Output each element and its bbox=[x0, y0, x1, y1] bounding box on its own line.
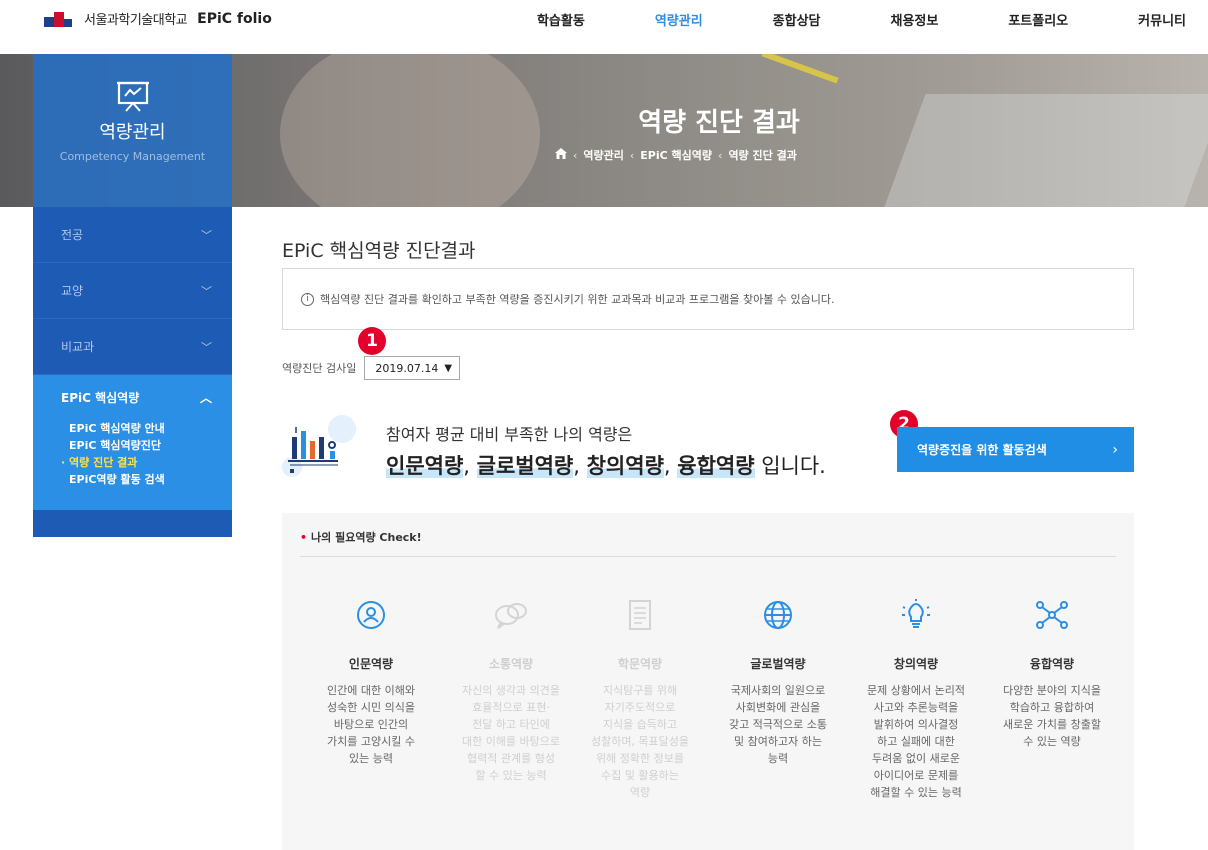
sidebar-subitem-result[interactable]: · 역량 진단 결과 bbox=[33, 454, 232, 471]
sidebar-title: 역량관리 bbox=[99, 122, 166, 143]
competency-desc: 자신의 생각과 의견을 효율적으로 표현· 전달 하고 타인에 대한 이해를 바… bbox=[461, 684, 561, 782]
sidebar-subitem-guide[interactable]: EPiC 핵심역량 안내 bbox=[33, 420, 232, 437]
competency-desc: 국제사회의 일원으로 사회변화에 관심을 갖고 적극적으로 소통 및 참여하고자… bbox=[728, 684, 828, 765]
person-icon bbox=[308, 595, 434, 635]
sidebar-subtitle: Competency Management bbox=[59, 150, 206, 163]
competency-academic: 학문역량 지식탐구를 위해 자기주도적으로 지식을 습득하고 성찰하며, 목표달… bbox=[577, 595, 703, 801]
nav-jobs[interactable]: 채용정보 bbox=[891, 10, 939, 29]
competency-check-panel: • 나의 필요역량 Check! 인문역량 인간에 대한 이해와 성숙한 시민 의… bbox=[282, 513, 1134, 850]
competency-creativity: 창의역량 문제 상황에서 논리적 사고와 추론능력을 발휘하여 의사결정 하고 … bbox=[853, 595, 979, 801]
weak-competency: 인문역량 bbox=[386, 454, 464, 478]
sidebar-item-liberal-arts[interactable]: 교양 ﹀ bbox=[33, 263, 232, 319]
sidebar-subitem-activity-search[interactable]: EPiC역량 활동 검색 bbox=[33, 471, 232, 488]
chevron-down-icon: ﹀ bbox=[201, 340, 212, 354]
sidebar-item-label: EPiC 핵심역량 bbox=[61, 391, 140, 405]
panel-title: • 나의 필요역량 Check! bbox=[300, 531, 422, 544]
weak-competency: 글로벌역량 bbox=[476, 454, 574, 478]
callout-marker-1: 1 bbox=[358, 327, 386, 355]
competency-name: 학문역량 bbox=[617, 657, 663, 671]
competency-desc: 인간에 대한 이해와 성숙한 시민 의식을 바탕으로 인간의 가치를 고양시킬 … bbox=[327, 684, 415, 765]
sidebar-header: 역량관리 Competency Management bbox=[33, 54, 232, 207]
weak-competency: 창의역량 bbox=[586, 454, 664, 478]
breadcrumb-item[interactable]: EPiC 핵심역량 bbox=[640, 147, 712, 163]
sidebar-item-extracurricular[interactable]: 비교과 ﹀ bbox=[33, 319, 232, 375]
breadcrumb-item[interactable]: 역량 진단 결과 bbox=[728, 147, 796, 163]
competency-name: 글로벌역량 bbox=[750, 657, 806, 671]
logo[interactable]: 서울과학기술대학교 EPiC folio bbox=[44, 9, 272, 28]
competency-name: 소통역량 bbox=[488, 657, 534, 671]
chevron-down-icon: ▼ bbox=[444, 362, 453, 374]
university-name: 서울과학기술대학교 bbox=[84, 13, 188, 28]
sidebar-item-epic-core: EPiC 핵심역량 ︿ EPiC 핵심역량 안내 EPiC 핵심역량진단 · 역… bbox=[33, 375, 232, 510]
chevron-up-icon: ︿ bbox=[199, 391, 212, 405]
date-label: 역량진단 검사일 bbox=[282, 362, 357, 375]
breadcrumb: ‹ 역량관리 ‹ EPiC 핵심역량 ‹ 역량 진단 결과 bbox=[555, 147, 803, 163]
breadcrumb-separator-icon: ‹ bbox=[573, 148, 578, 162]
home-icon[interactable] bbox=[555, 148, 567, 162]
competency-name: 융합역량 bbox=[1029, 657, 1075, 671]
result-suffix: 입니다. bbox=[761, 454, 826, 478]
lightbulb-icon bbox=[853, 595, 979, 635]
competency-humanities: 인문역량 인간에 대한 이해와 성숙한 시민 의식을 바탕으로 인간의 가치를 … bbox=[308, 595, 434, 767]
sidebar-active-header[interactable]: EPiC 핵심역량 ︿ bbox=[33, 385, 232, 420]
page: 서울과학기술대학교 EPiC folio 학습활동 역량관리 종합상담 채용정보… bbox=[0, 0, 1208, 850]
nav-learning[interactable]: 학습활동 bbox=[537, 10, 585, 29]
notice-box: i 핵심역량 진단 결과를 확인하고 부족한 역량을 증진시키기 위한 교과목과… bbox=[282, 268, 1134, 330]
competency-desc: 지식탐구를 위해 자기주도적으로 지식을 습득하고 성찰하며, 목표달성을 위해… bbox=[590, 684, 690, 799]
nav-counseling[interactable]: 종합상담 bbox=[773, 10, 821, 29]
competency-name: 창의역량 bbox=[893, 657, 939, 671]
app-name: EPiC folio bbox=[197, 10, 272, 27]
info-icon: i bbox=[301, 292, 314, 306]
competency-desc: 문제 상황에서 논리적 사고와 추론능력을 발휘하여 의사결정 하고 실패에 대… bbox=[866, 684, 966, 799]
chevron-down-icon: ﹀ bbox=[201, 284, 212, 298]
chevron-right-icon: › bbox=[1112, 441, 1118, 458]
sidebar-item-label: 전공 bbox=[61, 228, 84, 242]
university-logo-icon bbox=[44, 10, 80, 28]
chevron-down-icon: ﹀ bbox=[201, 228, 212, 242]
chart-icon bbox=[282, 415, 358, 489]
date-filter: 역량진단 검사일 2019.07.14 ▼ bbox=[282, 356, 461, 380]
activity-search-label: 역량증진을 위한 활동검색 bbox=[917, 443, 1047, 457]
sidebar-item-label: 비교과 bbox=[61, 340, 95, 354]
globe-icon bbox=[715, 595, 841, 635]
date-value: 2019.07.14 bbox=[375, 361, 439, 375]
breadcrumb-item[interactable]: 역량관리 bbox=[583, 147, 623, 163]
weak-competency: 융합역량 bbox=[677, 454, 755, 478]
sidebar-item-major[interactable]: 전공 ﹀ bbox=[33, 207, 232, 263]
network-icon bbox=[989, 595, 1115, 635]
competency-convergence: 융합역량 다양한 분야의 지식을 학습하고 융합하여 새로운 가치를 창출할 수… bbox=[989, 595, 1115, 750]
nav-community[interactable]: 커뮤니티 bbox=[1138, 10, 1186, 29]
competency-global: 글로벌역량 국제사회의 일원으로 사회변화에 관심을 갖고 적극적으로 소통 및… bbox=[715, 595, 841, 767]
breadcrumb-separator-icon: ‹ bbox=[629, 148, 635, 162]
nav-portfolio[interactable]: 포트폴리오 bbox=[1008, 10, 1068, 29]
document-icon bbox=[577, 595, 703, 635]
result-intro: 참여자 평균 대비 부족한 나의 역량은 bbox=[386, 425, 633, 444]
date-select[interactable]: 2019.07.14 ▼ bbox=[364, 356, 461, 380]
competency-name: 인문역량 bbox=[348, 657, 394, 671]
sidebar-menu: 전공 ﹀ 교양 ﹀ 비교과 ﹀ EPiC 핵심역량 ︿ EPiC 핵심역량 안내… bbox=[33, 207, 232, 537]
section-title: EPiC 핵심역량 진단결과 bbox=[282, 240, 476, 262]
speech-bubble-icon bbox=[448, 595, 574, 635]
activity-search-button[interactable]: 역량증진을 위한 활동검색 › bbox=[897, 427, 1134, 472]
nav-competency[interactable]: 역량관리 bbox=[655, 10, 703, 29]
breadcrumb-separator-icon: ‹ bbox=[718, 148, 723, 162]
global-nav: 학습활동 역량관리 종합상담 채용정보 포트폴리오 커뮤니티 bbox=[467, 10, 1186, 29]
presentation-board-icon bbox=[33, 80, 232, 116]
notice-text: 핵심역량 진단 결과를 확인하고 부족한 역량을 증진시키기 위한 교과목과 비… bbox=[320, 293, 835, 306]
sidebar-subitem-diagnosis[interactable]: EPiC 핵심역량진단 bbox=[33, 437, 232, 454]
top-header: 서울과학기술대학교 EPiC folio 학습활동 역량관리 종합상담 채용정보… bbox=[0, 0, 1208, 38]
result-weak-competencies: 인문역량, 글로벌역량, 창의역량, 융합역량 입니다. bbox=[386, 454, 826, 478]
competency-communication: 소통역량 자신의 생각과 의견을 효율적으로 표현· 전달 하고 타인에 대한 … bbox=[448, 595, 574, 784]
competency-desc: 다양한 분야의 지식을 학습하고 융합하여 새로운 가치를 창출할 수 있는 역… bbox=[1002, 684, 1102, 748]
sidebar-item-label: 교양 bbox=[61, 284, 84, 298]
